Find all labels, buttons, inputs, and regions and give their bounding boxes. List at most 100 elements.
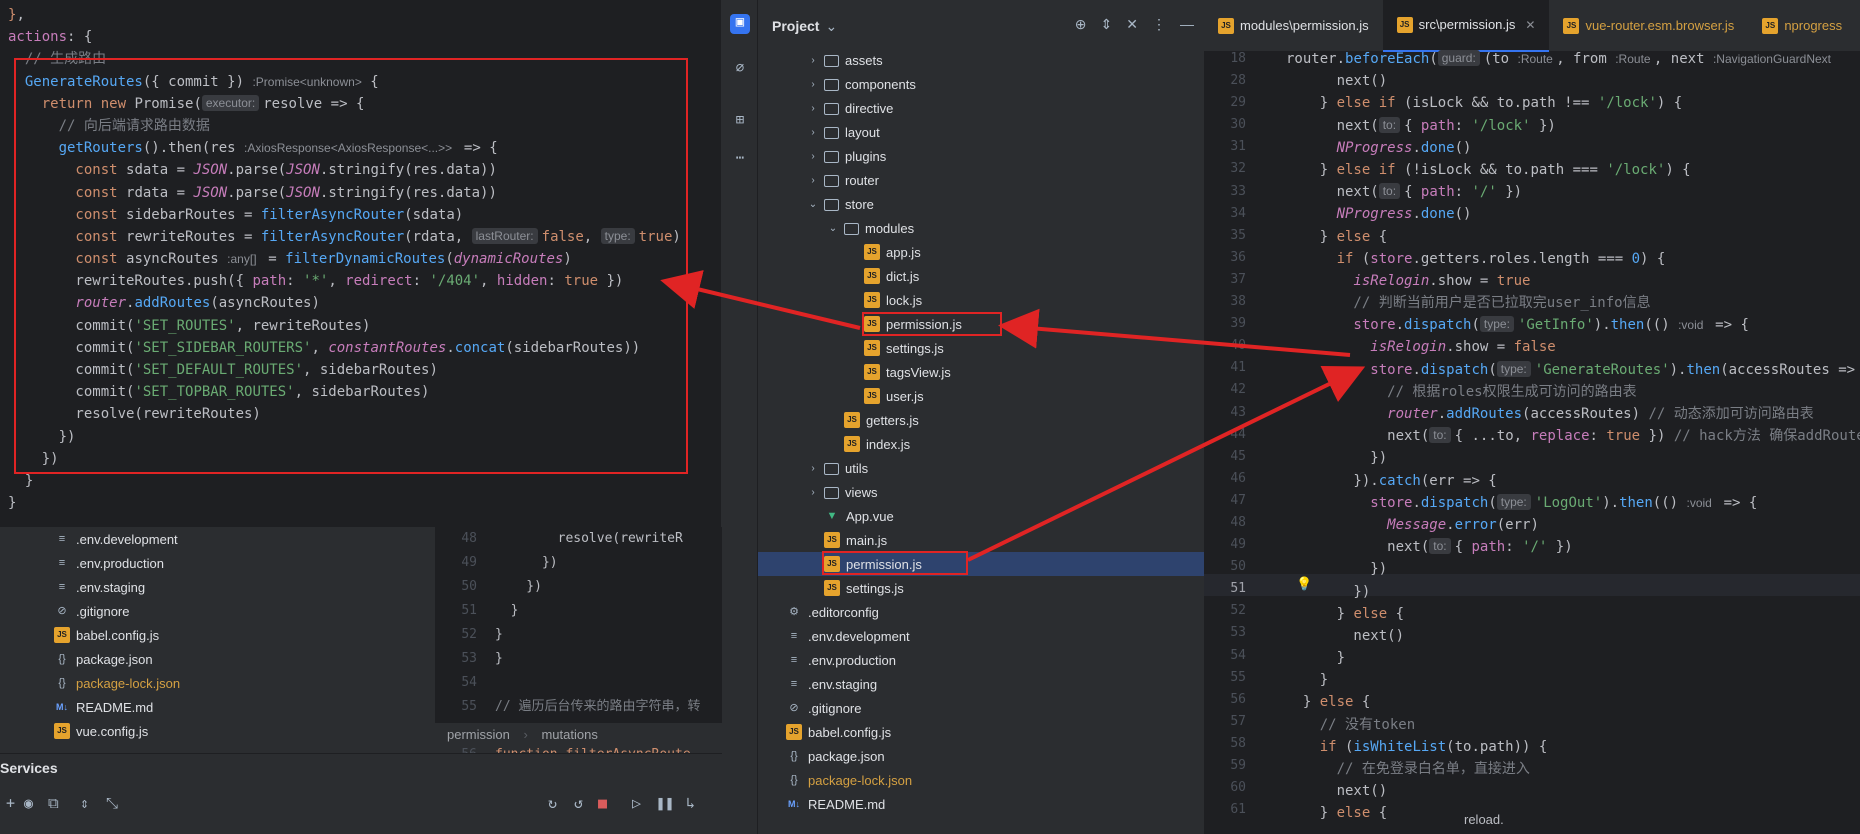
- tree-item[interactable]: ≡ .env.development: [0, 527, 435, 551]
- project-file[interactable]: JS settings.js: [758, 576, 1204, 600]
- code-line[interactable]: if (isWhiteList(to.path)) {: [1286, 736, 1860, 758]
- collapse-all-icon[interactable]: ⤡: [106, 794, 118, 812]
- code-line[interactable]: isRelogin.show = false: [1286, 336, 1860, 358]
- project-folder-router[interactable]: › router: [758, 168, 1204, 192]
- code-line[interactable]: }: [495, 599, 700, 623]
- code-line[interactable]: }: [495, 647, 700, 671]
- locate-icon[interactable]: ⊕: [1075, 16, 1087, 33]
- code-line[interactable]: next(to:{ ...to, replace: true }) // hac…: [1286, 425, 1860, 447]
- code-line[interactable]: actions: {: [8, 26, 681, 48]
- project-file[interactable]: JS tagsView.js: [758, 360, 1204, 384]
- project-folder-views[interactable]: › views: [758, 480, 1204, 504]
- project-file[interactable]: JS babel.config.js: [758, 720, 1204, 744]
- chevron-right-icon[interactable]: ›: [806, 79, 820, 90]
- code-line[interactable]: } else if (!isLock && to.path === '/lock…: [1286, 159, 1860, 181]
- code-line[interactable]: }).catch(err => {: [1286, 470, 1860, 492]
- chevron-right-icon[interactable]: ›: [806, 103, 820, 114]
- code-line[interactable]: }): [1286, 447, 1860, 469]
- resume-icon[interactable]: ▷: [632, 794, 641, 812]
- code-line[interactable]: next(): [1286, 70, 1860, 92]
- chevron-right-icon[interactable]: ›: [806, 127, 820, 138]
- project-file[interactable]: JS dict.js: [758, 264, 1204, 288]
- chevron-down-icon[interactable]: ⌄: [806, 199, 820, 210]
- new-window-icon[interactable]: ⧉: [48, 794, 59, 812]
- project-file[interactable]: {} package-lock.json: [758, 768, 1204, 792]
- code-line[interactable]: next(): [1286, 625, 1860, 647]
- add-icon[interactable]: +: [6, 794, 15, 812]
- project-tool-icon[interactable]: ▣: [730, 14, 750, 34]
- breadcrumb-item-mutations[interactable]: mutations: [541, 727, 597, 742]
- code-line[interactable]: }): [495, 575, 700, 599]
- project-folder-plugins[interactable]: › plugins: [758, 144, 1204, 168]
- rerun-failed-icon[interactable]: ↺: [574, 794, 583, 812]
- expand-collapse-icon[interactable]: ⇕: [80, 794, 89, 812]
- breadcrumb-item-permission[interactable]: permission: [447, 727, 510, 742]
- rerun-icon[interactable]: ↻: [548, 794, 557, 812]
- editor-tab[interactable]: JS modules\permission.js: [1204, 0, 1383, 52]
- project-folder-components[interactable]: › components: [758, 72, 1204, 96]
- chevron-right-icon[interactable]: ›: [806, 55, 820, 66]
- lightbulb-icon[interactable]: 💡: [1296, 577, 1312, 593]
- editor-tab[interactable]: JS src\permission.js ✕: [1382, 0, 1550, 52]
- project-file[interactable]: {} package.json: [758, 744, 1204, 768]
- code-line[interactable]: // 没有token: [1286, 714, 1860, 736]
- code-line[interactable]: isRelogin.show = true: [1286, 270, 1860, 292]
- expand-icon[interactable]: ⇕: [1101, 16, 1113, 33]
- project-folder-assets[interactable]: › assets: [758, 48, 1204, 72]
- code-line[interactable]: store.dispatch(type: 'GenerateRoutes').th…: [1286, 359, 1860, 381]
- code-line[interactable]: }: [1286, 647, 1860, 669]
- chevron-down-icon[interactable]: ⌄: [826, 223, 840, 234]
- project-file[interactable]: JS index.js: [758, 432, 1204, 456]
- code-line[interactable]: } else {: [1286, 603, 1860, 625]
- code-line[interactable]: if (store.getters.roles.length === 0) {: [1286, 248, 1860, 270]
- code-line[interactable]: store.dispatch(type: 'LogOut').then(() :v…: [1286, 492, 1860, 514]
- project-file[interactable]: ≡ .env.staging: [758, 672, 1204, 696]
- code-line[interactable]: resolve(rewriteR: [495, 527, 700, 551]
- project-title[interactable]: Project: [772, 18, 819, 34]
- code-line[interactable]: [495, 671, 700, 695]
- code-line[interactable]: router.addRoutes(accessRoutes) // 动态添加可访…: [1286, 403, 1860, 425]
- code-line[interactable]: },: [8, 4, 681, 26]
- code-line[interactable]: }): [495, 551, 700, 575]
- editor-tab[interactable]: JS vue-router.esm.browser.js: [1549, 0, 1748, 52]
- project-file[interactable]: M↓ README.md: [758, 792, 1204, 816]
- code-line[interactable]: NProgress.done(): [1286, 203, 1860, 225]
- code-line[interactable]: } else if (isLock && to.path !== '/lock'…: [1286, 92, 1860, 114]
- commit-tool-icon[interactable]: ⌀: [730, 60, 750, 80]
- code-line[interactable]: store.dispatch(type: 'GetInfo').then(() :…: [1286, 314, 1860, 336]
- project-file[interactable]: ▼ App.vue: [758, 504, 1204, 528]
- project-file[interactable]: JS getters.js: [758, 408, 1204, 432]
- chevron-right-icon[interactable]: ›: [806, 151, 820, 162]
- project-file[interactable]: JS app.js: [758, 240, 1204, 264]
- chevron-right-icon[interactable]: ›: [806, 463, 820, 474]
- code-line[interactable]: } else {: [1286, 226, 1860, 248]
- editor-tab[interactable]: JS nprogress: [1748, 0, 1856, 52]
- code-line[interactable]: next(): [1286, 780, 1860, 802]
- project-file[interactable]: ≡ .env.production: [758, 648, 1204, 672]
- project-file[interactable]: JS main.js: [758, 528, 1204, 552]
- tree-item[interactable]: ≡ .env.staging: [0, 575, 435, 599]
- project-folder-layout[interactable]: › layout: [758, 120, 1204, 144]
- code-line[interactable]: }: [495, 623, 700, 647]
- tree-item[interactable]: ⊘ .gitignore: [0, 599, 435, 623]
- tree-item[interactable]: {} package.json: [0, 647, 435, 671]
- project-file[interactable]: JS user.js: [758, 384, 1204, 408]
- project-folder-directive[interactable]: › directive: [758, 96, 1204, 120]
- tree-item[interactable]: JS babel.config.js: [0, 623, 435, 647]
- code-line[interactable]: }): [1286, 558, 1860, 580]
- structure-tool-icon[interactable]: ⊞: [730, 112, 750, 132]
- chevron-right-icon[interactable]: ›: [806, 487, 820, 498]
- project-file[interactable]: ≡ .env.development: [758, 624, 1204, 648]
- tree-item[interactable]: M↓ README.md: [0, 695, 435, 719]
- project-file[interactable]: ⊘ .gitignore: [758, 696, 1204, 720]
- tree-item[interactable]: JS vue.config.js: [0, 719, 435, 743]
- code-line[interactable]: next(to:{ path: '/' }): [1286, 536, 1860, 558]
- code-line[interactable]: }: [8, 492, 681, 514]
- code-line[interactable]: }): [1286, 581, 1860, 603]
- tree-item[interactable]: ≡ .env.production: [0, 551, 435, 575]
- code-line[interactable]: // 根据roles权限生成可访问的路由表: [1286, 381, 1860, 403]
- code-line[interactable]: Message.error(err): [1286, 514, 1860, 536]
- collapse-icon[interactable]: ✕: [1126, 16, 1138, 33]
- chevron-down-icon[interactable]: ⌄: [825, 18, 837, 35]
- tree-item[interactable]: {} package-lock.json: [0, 671, 435, 695]
